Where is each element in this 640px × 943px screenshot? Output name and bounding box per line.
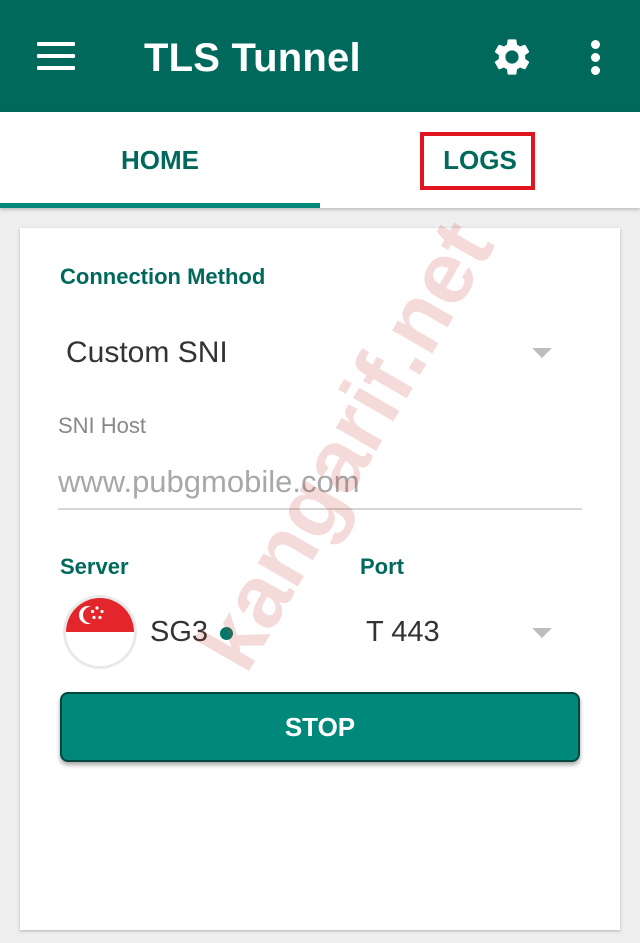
app-title: TLS Tunnel (144, 36, 361, 80)
connection-method-label: Connection Method (60, 264, 266, 289)
server-name[interactable]: SG3 (150, 616, 208, 649)
tab-bar: HOME LOGS (0, 112, 640, 208)
port-spinner[interactable]: T 443 (366, 616, 440, 649)
app-bar: TLS Tunnel (0, 0, 640, 112)
chevron-down-icon[interactable] (532, 628, 552, 638)
singapore-flag-icon[interactable] (66, 598, 134, 666)
tab-home[interactable]: HOME (0, 112, 320, 208)
server-label: Server (60, 554, 129, 579)
status-dot (220, 627, 233, 640)
more-vert-icon[interactable] (586, 38, 606, 78)
tab-indicator (0, 203, 320, 208)
sni-host-label: SNI Host (58, 413, 147, 438)
port-label: Port (360, 554, 404, 579)
chevron-down-icon[interactable] (532, 348, 552, 358)
sni-host-input[interactable] (58, 456, 582, 510)
hamburger-icon[interactable] (37, 42, 75, 70)
tab-logs[interactable]: LOGS (320, 112, 640, 208)
connection-card: Connection Method Custom SNI SNI Host Se… (20, 228, 620, 930)
stop-button[interactable]: STOP (60, 692, 580, 762)
connection-method-spinner[interactable]: Custom SNI (66, 336, 228, 370)
gear-icon[interactable] (490, 35, 534, 79)
